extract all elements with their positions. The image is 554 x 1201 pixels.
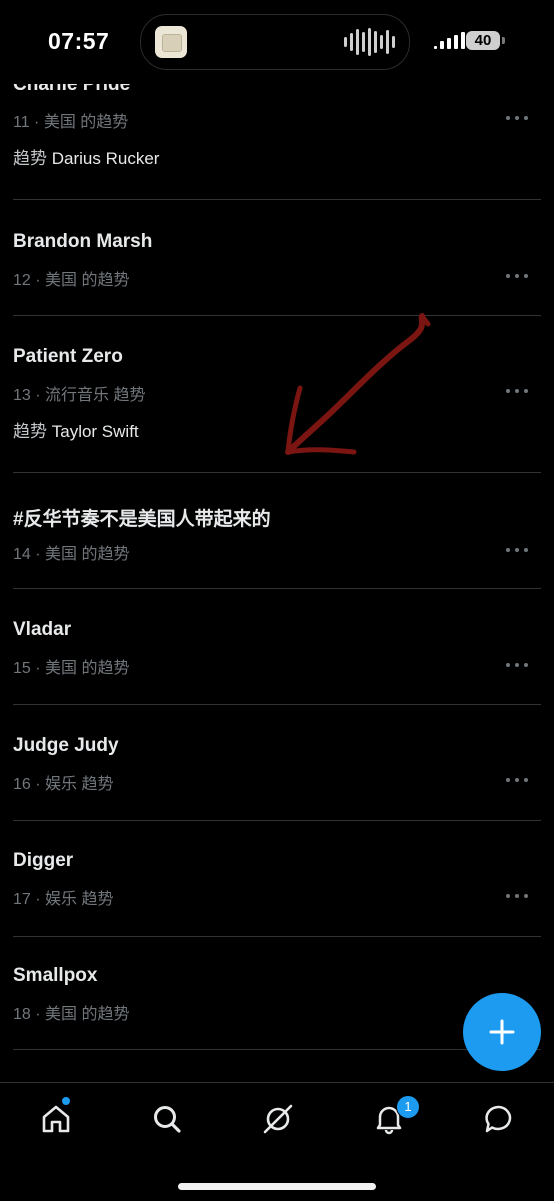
- more-options-icon[interactable]: [506, 113, 528, 123]
- status-time: 07:57: [48, 28, 110, 54]
- compose-button[interactable]: [463, 993, 541, 1071]
- trend-item[interactable]: Digger 17 · 娱乐 趋势: [0, 821, 554, 937]
- trend-context: 趋势 Darius Rucker: [13, 144, 159, 169]
- trend-item[interactable]: Charlie Pride 11 · 美国 的趋势 趋势 Darius Ruck…: [0, 70, 554, 200]
- trend-context-prefix: 趋势: [13, 149, 52, 168]
- dynamic-island: [140, 14, 410, 70]
- trend-context: 趋势 Taylor Swift: [13, 417, 139, 442]
- more-options-icon[interactable]: [506, 386, 528, 396]
- trend-item[interactable]: Judge Judy 16 · 娱乐 趋势: [0, 705, 554, 821]
- plus-icon: [489, 1019, 515, 1045]
- trend-meta: 14 · 美国 的趋势: [13, 546, 130, 563]
- trend-meta: 17 · 娱乐 趋势: [13, 891, 114, 908]
- trend-title: Digger: [13, 850, 74, 871]
- trend-meta: 11 · 美国 的趋势: [13, 114, 129, 131]
- home-indicator[interactable]: [178, 1183, 376, 1190]
- trend-meta: 13 · 流行音乐 趋势: [13, 387, 146, 404]
- home-icon[interactable]: [40, 1103, 72, 1135]
- trend-item[interactable]: #反华节奏不是美国人带起来的 14 · 美国 的趋势: [0, 473, 554, 589]
- home-badge: [62, 1097, 70, 1105]
- trend-title: Brandon Marsh: [13, 231, 153, 252]
- trend-meta: 15 · 美国 的趋势: [13, 660, 130, 677]
- audio-wave-icon: [344, 28, 395, 56]
- trend-meta: 18 · 美国 的趋势: [13, 1006, 130, 1023]
- trend-context-name: Darius Rucker: [51, 149, 160, 168]
- trend-meta: 12 · 美国 的趋势: [13, 272, 130, 289]
- divider: [13, 1049, 541, 1050]
- trend-title: Smallpox: [13, 965, 98, 986]
- trend-context-prefix: 趋势: [13, 422, 52, 441]
- battery-tip: [502, 37, 505, 44]
- battery-icon: 40: [466, 31, 500, 50]
- now-playing-app-icon: [155, 26, 187, 58]
- trend-meta: 16 · 娱乐 趋势: [13, 776, 114, 793]
- status-bar: 07:57 40: [0, 0, 554, 84]
- trend-item[interactable]: Brandon Marsh 12 · 美国 的趋势: [0, 200, 554, 316]
- signal-icon: [434, 32, 465, 49]
- trend-title: Vladar: [13, 619, 72, 640]
- trend-title: Judge Judy: [13, 735, 119, 756]
- more-options-icon[interactable]: [506, 271, 528, 281]
- trend-title: #反华节奏不是美国人带起来的: [13, 509, 271, 530]
- notification-badge: 1: [396, 1095, 420, 1119]
- more-options-icon[interactable]: [506, 545, 528, 555]
- messages-icon[interactable]: [483, 1103, 515, 1135]
- trend-title: Patient Zero: [13, 346, 123, 367]
- more-options-icon[interactable]: [506, 775, 528, 785]
- annotation-arrow: [285, 313, 431, 455]
- more-options-icon[interactable]: [506, 891, 528, 901]
- grok-icon[interactable]: [262, 1103, 294, 1135]
- trend-item[interactable]: Vladar 15 · 美国 的趋势: [0, 589, 554, 705]
- trend-context-name: Taylor Swift: [51, 422, 139, 441]
- search-icon[interactable]: [151, 1103, 183, 1135]
- more-options-icon[interactable]: [506, 660, 528, 670]
